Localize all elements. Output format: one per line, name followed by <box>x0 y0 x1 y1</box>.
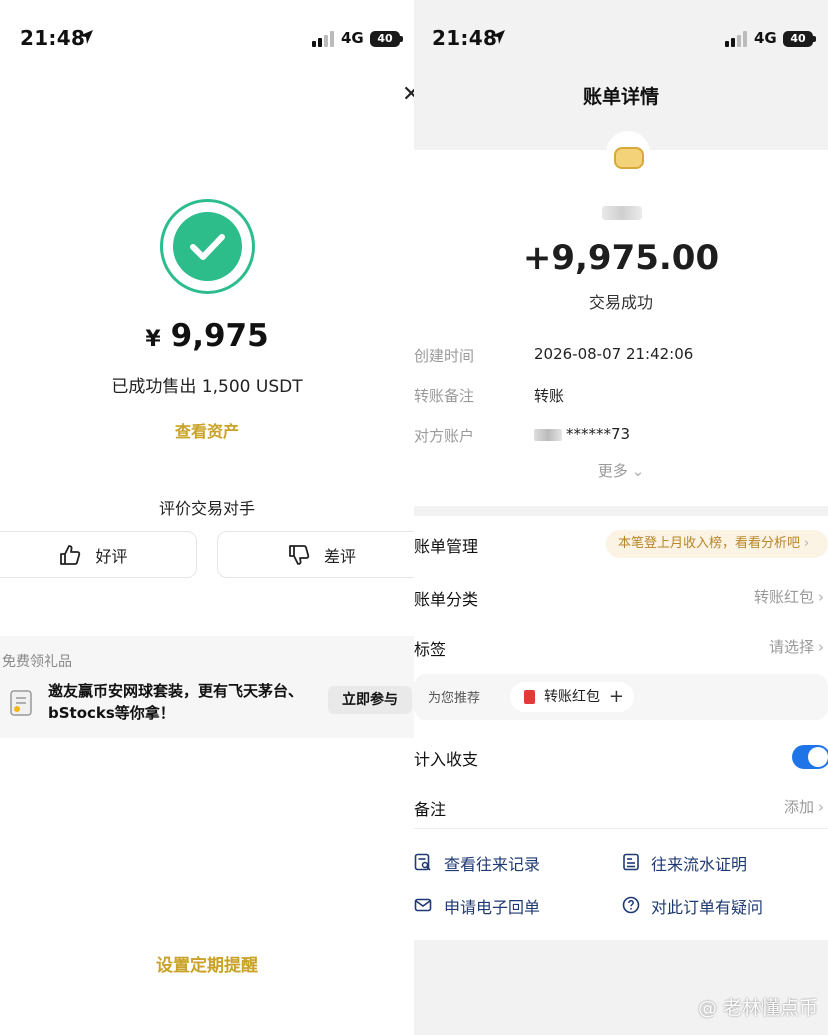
more-toggle[interactable]: 更多 ⌄ <box>414 460 828 481</box>
red-envelope-icon <box>524 690 535 704</box>
bill-management-label: 账单管理 <box>414 537 479 556</box>
signal-icon <box>312 31 334 47</box>
account-masked: ******73 <box>566 425 631 443</box>
bill-detail-screen: 21:48 4G 40 账单详情 +9,975.00 交易成功 创建时间 202… <box>414 0 828 1035</box>
status-bar-right: 21:48 4G 40 <box>414 0 828 78</box>
order-complete-screen: 21:48 4G 40 ✕ ¥9,975 已成功售出 1,500 USDT 查看… <box>0 0 414 1035</box>
bad-review-label: 差评 <box>323 546 356 566</box>
tags-label: 标签 <box>414 640 447 659</box>
battery-tip <box>813 36 816 42</box>
signal-icon <box>725 31 747 47</box>
detail-value-created: 2026-08-07 21:42:06 <box>534 345 694 363</box>
envelope-icon <box>414 898 432 912</box>
bad-review-button[interactable]: 差评 <box>217 531 414 578</box>
watermark-prefix: @ <box>697 997 717 1019</box>
transaction-amount: +9,975.00 <box>522 238 720 278</box>
recommend-chip[interactable]: 转账红包 + <box>510 682 634 712</box>
page-title: 账单详情 <box>582 86 659 108</box>
order-question-link[interactable]: 对此订单有疑问 <box>651 894 763 918</box>
location-arrow-icon <box>79 30 93 44</box>
income-rank-banner[interactable]: 本笔登上月收入榜，看看分析吧 › <box>606 530 828 558</box>
promo-title: 免费领礼品 <box>2 654 72 670</box>
account-blurred <box>534 428 562 441</box>
category-value: 转账红包 <box>753 588 814 606</box>
chevron-down-icon: ⌄ <box>631 462 645 480</box>
recommend-chip-label: 转账红包 <box>544 689 600 705</box>
avatar-emoji <box>614 147 644 169</box>
question-circle-icon <box>622 896 640 914</box>
location-arrow-icon <box>491 30 505 44</box>
remark-add[interactable]: 添加 › <box>784 796 824 817</box>
remark-label: 备注 <box>414 800 447 819</box>
sale-amount-value: 9,975 <box>170 318 269 354</box>
sale-amount: ¥9,975 <box>0 318 414 354</box>
view-assets-link[interactable]: 查看资产 <box>0 418 414 442</box>
detail-label-created: 创建时间 <box>414 347 475 365</box>
income-rank-text: 本笔登上月收入榜，看看分析吧 <box>618 536 801 551</box>
bill-settings-list <box>414 516 828 940</box>
statement-proof-link[interactable]: 往来流水证明 <box>651 851 747 875</box>
chevron-right-icon: › <box>818 798 824 816</box>
detail-label-note: 转账备注 <box>414 387 475 405</box>
success-check-disc <box>173 212 242 281</box>
join-now-button[interactable]: 立即参与 <box>328 686 412 714</box>
status-time: 21:48 <box>20 26 86 50</box>
tags-value: 请选择 <box>768 638 814 656</box>
close-icon[interactable]: ✕ <box>402 82 414 107</box>
good-review-label: 好评 <box>95 546 128 566</box>
counterparty-name-blurred <box>602 206 642 220</box>
avatar <box>606 131 650 175</box>
category-label: 账单分类 <box>414 590 479 609</box>
category-selector[interactable]: 转账红包 › <box>754 586 824 607</box>
thumbs-up-icon <box>60 544 81 565</box>
battery-icon: 40 <box>783 31 813 47</box>
section-gap <box>414 506 828 516</box>
network-type: 4G <box>341 29 364 47</box>
battery-tip <box>400 36 403 42</box>
success-check-icon <box>160 199 255 294</box>
watermark-text: 老林懂点币 <box>722 997 818 1019</box>
status-bar: 21:48 4G 40 <box>0 0 414 78</box>
tags-selector[interactable]: 请选择 › <box>769 636 824 657</box>
currency-symbol: ¥ <box>145 327 161 352</box>
statement-proof-icon <box>623 853 639 871</box>
good-review-button[interactable]: 好评 <box>0 531 197 578</box>
bottom-area <box>414 940 828 1035</box>
history-record-icon <box>414 853 431 871</box>
recommend-box: 为您推荐 转账红包 + <box>414 674 828 720</box>
gift-document-icon <box>10 690 32 716</box>
transaction-status: 交易成功 <box>588 293 653 312</box>
checkmark-icon <box>190 234 225 260</box>
promo-text: 邀友赢币安网球套装，更有飞天茅台、bStocks等你拿！ <box>48 682 304 722</box>
detail-value-note: 转账 <box>534 387 565 405</box>
set-reminder-link[interactable]: 设置定期提醒 <box>0 951 414 976</box>
rate-counterparty-title: 评价交易对手 <box>158 499 255 518</box>
count-in-budget-label: 计入收支 <box>414 750 479 769</box>
plus-icon: + <box>608 686 624 707</box>
chevron-right-icon: › <box>804 536 810 551</box>
count-in-budget-toggle[interactable] <box>792 745 828 769</box>
toggle-knob <box>808 747 828 767</box>
transaction-summary-card <box>414 150 828 506</box>
sold-description: 已成功售出 1,500 USDT <box>111 377 303 397</box>
divider <box>414 828 828 829</box>
e-receipt-link[interactable]: 申请电子回单 <box>444 894 540 918</box>
detail-label-account: 对方账户 <box>414 427 475 445</box>
detail-value-account: ******73 <box>534 425 630 443</box>
chevron-right-icon: › <box>818 588 824 606</box>
more-label: 更多 <box>597 462 628 480</box>
remark-value: 添加 <box>783 798 814 816</box>
recommend-label: 为您推荐 <box>428 691 481 706</box>
thumbs-down-icon <box>289 544 310 565</box>
battery-icon: 40 <box>370 31 400 47</box>
watermark: @ 老林懂点币 <box>698 993 818 1020</box>
chevron-right-icon: › <box>818 638 824 656</box>
status-time-right: 21:48 <box>432 26 498 50</box>
network-type-right: 4G <box>754 29 777 47</box>
view-history-link[interactable]: 查看往来记录 <box>444 851 540 875</box>
